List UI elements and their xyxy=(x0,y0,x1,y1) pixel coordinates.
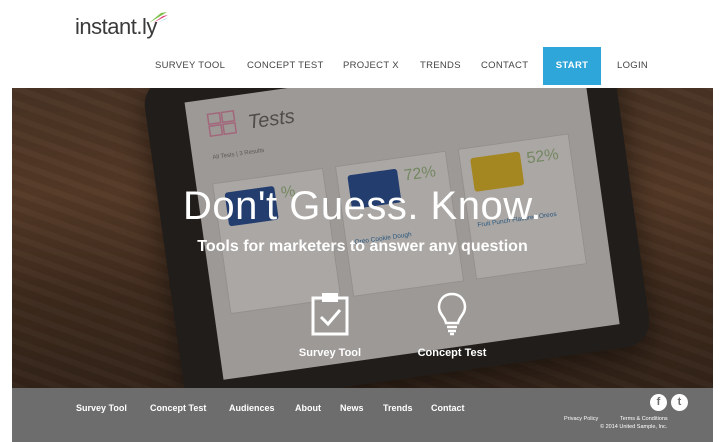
concept-test-label: Concept Test xyxy=(417,347,487,359)
survey-tool-label: Survey Tool xyxy=(298,347,362,359)
privacy-policy-link[interactable]: Privacy Policy xyxy=(564,416,598,422)
nav-contact[interactable]: CONTACT xyxy=(481,47,528,85)
copyright-text: © 2014 United Sample, Inc. xyxy=(600,424,668,430)
footer-link-audiences[interactable]: Audiences xyxy=(229,403,275,413)
nav-trends[interactable]: TRENDS xyxy=(420,47,461,85)
site-header: instant.ly SURVEY TOOL CONCEPT TEST PROJ… xyxy=(0,0,725,88)
nav-start-button[interactable]: START xyxy=(543,47,601,85)
main-nav: SURVEY TOOL CONCEPT TEST PROJECT X TREND… xyxy=(0,47,725,85)
hero-headline: Don't Guess. Know. xyxy=(182,184,543,228)
footer-link-news[interactable]: News xyxy=(340,403,364,413)
terms-link[interactable]: Terms & Conditions xyxy=(620,416,668,422)
hero-banner: Tests All Tests | 3 Results % 72% Oreo C… xyxy=(12,88,713,388)
footer-link-trends[interactable]: Trends xyxy=(383,403,413,413)
concept-test-link[interactable]: Concept Test xyxy=(392,292,512,359)
twitter-icon[interactable]: t xyxy=(671,394,688,411)
nav-concept-test[interactable]: CONCEPT TEST xyxy=(247,47,324,85)
site-footer: Survey Tool Concept Test Audiences About… xyxy=(12,388,713,442)
survey-tool-link[interactable]: Survey Tool xyxy=(270,292,390,359)
footer-link-concept-test[interactable]: Concept Test xyxy=(150,403,206,413)
footer-link-about[interactable]: About xyxy=(295,403,321,413)
lightbulb-icon xyxy=(437,292,467,336)
logo-mark-icon xyxy=(149,12,168,23)
nav-project-x[interactable]: PROJECT X xyxy=(343,47,399,85)
logo-text: instant.ly xyxy=(75,14,157,39)
hero-subheadline: Tools for marketers to answer any questi… xyxy=(197,238,528,255)
nav-login[interactable]: LOGIN xyxy=(617,47,648,85)
footer-link-contact[interactable]: Contact xyxy=(431,403,465,413)
nav-survey-tool[interactable]: SURVEY TOOL xyxy=(155,47,225,85)
footer-link-survey-tool[interactable]: Survey Tool xyxy=(76,403,127,413)
clipboard-check-icon xyxy=(311,293,349,336)
facebook-icon[interactable]: f xyxy=(650,394,667,411)
